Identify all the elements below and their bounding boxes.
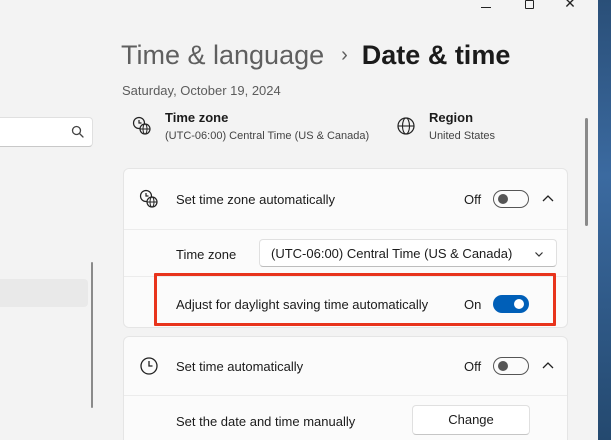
globe-clock-icon	[139, 189, 158, 208]
highlight-box	[154, 273, 556, 326]
region-title: Region	[429, 110, 474, 125]
chevron-up-icon[interactable]	[541, 194, 555, 204]
manual-date-time-label: Set the date and time manually	[176, 414, 356, 429]
desktop-background	[598, 0, 611, 440]
breadcrumb-chevron-icon: ›	[341, 44, 348, 66]
tz-auto-toggle[interactable]	[493, 190, 529, 208]
time-auto-toggle[interactable]	[493, 357, 529, 375]
set-time-zone-automatically-row[interactable]: Set time zone automatically Off	[124, 169, 567, 229]
breadcrumb: Time & language › Date & time	[121, 40, 510, 71]
search-icon[interactable]	[71, 125, 85, 139]
maximize-button[interactable]	[521, 0, 537, 12]
chevron-down-icon	[535, 252, 543, 257]
globe-icon	[397, 117, 415, 135]
chevron-up-icon[interactable]	[541, 361, 555, 371]
time-zone-title: Time zone	[165, 110, 229, 125]
current-date: Saturday, October 19, 2024	[122, 83, 281, 98]
breadcrumb-parent-link[interactable]: Time & language	[121, 40, 324, 71]
tz-auto-state: Off	[464, 192, 482, 207]
globe-clock-icon	[132, 116, 151, 135]
time-zone-value: (UTC-06:00) Central Time (US & Canada)	[165, 130, 370, 142]
sidebar-item-selected[interactable]	[0, 279, 88, 307]
clock-icon	[140, 357, 158, 375]
set-time-zone-automatically-label: Set time zone automatically	[176, 192, 335, 207]
toggle-knob	[498, 194, 508, 204]
close-icon: ✕	[564, 0, 576, 12]
toggle-knob	[498, 361, 508, 371]
time-zone-info: Time zone (UTC-06:00) Central Time (US &…	[132, 110, 369, 142]
time-zone-selected-value: (UTC-06:00) Central Time (US & Canada)	[271, 246, 513, 261]
minimize-button[interactable]	[478, 0, 494, 12]
set-time-automatically-row[interactable]: Set time automatically Off	[124, 337, 567, 395]
time-zone-select-label: Time zone	[176, 247, 237, 262]
region-info: Region United States	[396, 110, 495, 142]
sidebar-scrollbar[interactable]	[91, 262, 93, 408]
maximize-icon	[524, 0, 534, 9]
region-value: United States	[429, 130, 496, 142]
time-zone-dropdown[interactable]: (UTC-06:00) Central Time (US & Canada)	[259, 239, 557, 267]
close-button[interactable]: ✕	[562, 0, 578, 12]
set-time-automatically-label: Set time automatically	[176, 359, 304, 374]
set-time-card: Set time automatically Off Set the date …	[123, 336, 568, 440]
page-title: Date & time	[361, 40, 511, 70]
time-auto-state: Off	[464, 359, 482, 374]
content-scrollbar[interactable]	[585, 118, 588, 226]
minimize-icon	[481, 6, 491, 8]
settings-window: ✕ Time & language › Date & time Saturday…	[0, 0, 598, 440]
change-button[interactable]: Change	[412, 405, 530, 435]
